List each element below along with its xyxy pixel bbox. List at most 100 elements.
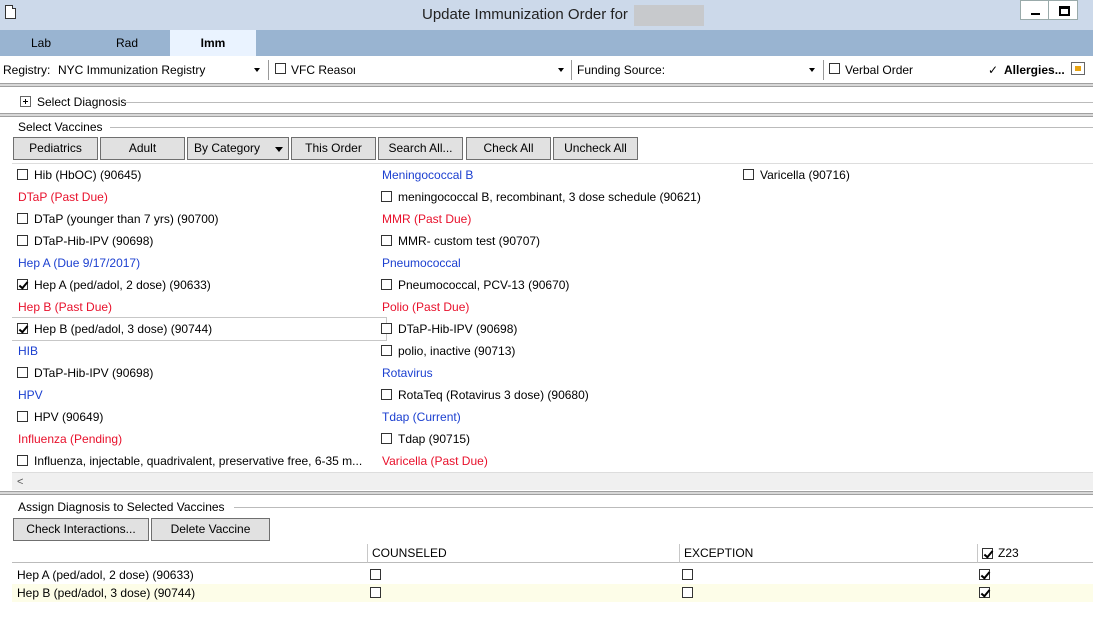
vaccine-item[interactable]: Hep B (ped/adol, 3 dose) (90744) (12, 317, 387, 341)
counseled-checkbox[interactable] (370, 587, 381, 598)
header-exception[interactable]: EXCEPTION (680, 544, 978, 563)
vaccine-checkbox[interactable] (17, 169, 28, 180)
vaccine-checkbox[interactable] (381, 345, 392, 356)
vaccine-label: Pneumococcal, PCV-13 (90670) (398, 278, 570, 292)
header-counseled[interactable]: COUNSELED (368, 544, 680, 563)
tab-lab[interactable]: Lab (0, 30, 82, 56)
vaccine-checkbox[interactable] (381, 279, 392, 290)
uncheck-all-button[interactable]: Uncheck All (553, 137, 638, 160)
vaccine-checkbox[interactable] (17, 411, 28, 422)
minimize-button[interactable] (1020, 0, 1050, 20)
by-category-label: By Category (194, 141, 261, 155)
document-icon (5, 5, 16, 19)
vaccine-category: Tdap (Current) (376, 406, 461, 428)
vaccine-category: Rotavirus (376, 362, 433, 384)
vaccine-label: DTaP-Hib-IPV (90698) (34, 234, 154, 248)
vaccine-item[interactable]: DTaP-Hib-IPV (90698) (12, 230, 153, 252)
vaccine-category: Varicella (Past Due) (376, 450, 488, 472)
panel-splitter[interactable] (0, 491, 1093, 495)
vaccine-checkbox[interactable] (17, 279, 28, 290)
category-label: Tdap (Current) (382, 410, 461, 424)
vaccine-checkbox[interactable] (17, 455, 28, 466)
z23-header-checkbox[interactable] (982, 548, 993, 559)
group-divider (234, 507, 1093, 508)
vaccine-checkbox[interactable] (17, 323, 28, 334)
funding-source-select[interactable] (660, 59, 820, 80)
category-label: Meningococcal B (382, 168, 474, 182)
registry-label: Registry: (3, 63, 51, 77)
pediatrics-button[interactable]: Pediatrics (13, 137, 98, 160)
vaccine-item[interactable]: DTaP (younger than 7 yrs) (90700) (12, 208, 219, 230)
vaccine-category: HPV (12, 384, 43, 406)
check-interactions-button[interactable]: Check Interactions... (13, 518, 149, 541)
expand-icon[interactable] (20, 96, 31, 107)
maximize-button[interactable] (1048, 0, 1078, 20)
verbal-order-checkbox[interactable] (829, 63, 840, 74)
horizontal-scrollbar[interactable]: < (12, 472, 1093, 490)
vaccine-item[interactable]: Influenza, injectable, quadrivalent, pre… (12, 450, 362, 472)
vaccine-item[interactable]: DTaP-Hib-IPV (90698) (12, 362, 153, 384)
header-vaccine (12, 544, 368, 563)
exception-checkbox[interactable] (682, 569, 693, 580)
vaccine-item[interactable]: meningococcal B, recombinant, 3 dose sch… (376, 186, 701, 208)
registry-select[interactable]: NYC Immunization Registry (52, 59, 264, 80)
vaccine-item[interactable]: Hep A (ped/adol, 2 dose) (90633) (12, 274, 211, 296)
vaccine-checkbox[interactable] (743, 169, 754, 180)
z23-checkbox[interactable] (979, 587, 990, 598)
vaccine-label: meningococcal B, recombinant, 3 dose sch… (398, 190, 701, 204)
window-title: Update Immunization Order for (422, 6, 628, 23)
vaccine-label: Tdap (90715) (398, 432, 471, 446)
vaccine-item[interactable]: Hib (HbOC) (90645) (12, 164, 141, 186)
vfc-reason-select[interactable] (355, 60, 567, 79)
chevron-down-icon (558, 68, 564, 72)
vaccine-item[interactable]: DTaP-Hib-IPV (90698) (376, 318, 517, 340)
vaccine-item[interactable]: Tdap (90715) (376, 428, 470, 450)
scroll-left-icon[interactable]: < (17, 476, 23, 488)
vaccine-item[interactable]: Pneumococcal, PCV-13 (90670) (376, 274, 569, 296)
exception-checkbox[interactable] (682, 587, 693, 598)
vaccine-item[interactable]: Varicella (90716) (738, 164, 850, 186)
vaccine-checkbox[interactable] (17, 213, 28, 224)
panel-splitter[interactable] (0, 113, 1093, 117)
vaccine-checkbox[interactable] (381, 433, 392, 444)
vaccine-category: MMR (Past Due) (376, 208, 471, 230)
toolbar-divider (268, 60, 269, 80)
by-category-dropdown[interactable]: By Category (187, 137, 289, 160)
vaccine-checkbox[interactable] (17, 235, 28, 246)
title-bar: Update Immunization Order for (0, 0, 1093, 30)
vaccine-item[interactable]: polio, inactive (90713) (376, 340, 515, 362)
vaccine-checkbox[interactable] (381, 235, 392, 246)
vaccine-item[interactable]: HPV (90649) (12, 406, 103, 428)
table-row[interactable]: Hep A (ped/adol, 2 dose) (90633) (12, 566, 1093, 584)
z23-checkbox[interactable] (979, 569, 990, 580)
adult-button[interactable]: Adult (100, 137, 185, 160)
this-order-button[interactable]: This Order (291, 137, 376, 160)
vaccine-label: DTaP-Hib-IPV (90698) (398, 322, 518, 336)
tab-strip: Lab Rad Imm (0, 30, 1093, 56)
allergies-button[interactable]: Allergies... (1004, 63, 1065, 77)
vaccine-checkbox[interactable] (381, 323, 392, 334)
vaccine-checkbox[interactable] (381, 389, 392, 400)
counseled-checkbox[interactable] (370, 569, 381, 580)
panel-splitter[interactable] (0, 83, 1093, 87)
header-z23[interactable]: Z23 (978, 544, 1093, 563)
vaccine-label: Hib (HbOC) (90645) (34, 168, 142, 182)
vfc-reason-checkbox[interactable] (275, 63, 286, 74)
check-all-button[interactable]: Check All (466, 137, 551, 160)
select-vaccines-label: Select Vaccines (18, 120, 103, 134)
search-all-button[interactable]: Search All... (378, 137, 463, 160)
table-row[interactable]: Hep B (ped/adol, 3 dose) (90744) (12, 584, 1093, 602)
category-label: Hep B (Past Due) (18, 300, 113, 314)
delete-vaccine-button[interactable]: Delete Vaccine (151, 518, 270, 541)
vaccine-item[interactable]: MMR- custom test (90707) (376, 230, 540, 252)
category-label: DTaP (Past Due) (18, 190, 108, 204)
vaccine-item[interactable]: RotaTeq (Rotavirus 3 dose) (90680) (376, 384, 589, 406)
group-divider (110, 127, 1093, 128)
vaccine-checkbox[interactable] (381, 191, 392, 202)
tab-rad[interactable]: Rad (86, 30, 168, 56)
group-divider (124, 102, 1093, 103)
alert-icon[interactable] (1071, 62, 1085, 75)
vaccine-checkbox[interactable] (17, 367, 28, 378)
assign-diagnosis-label: Assign Diagnosis to Selected Vaccines (18, 500, 225, 514)
tab-imm[interactable]: Imm (170, 30, 256, 56)
